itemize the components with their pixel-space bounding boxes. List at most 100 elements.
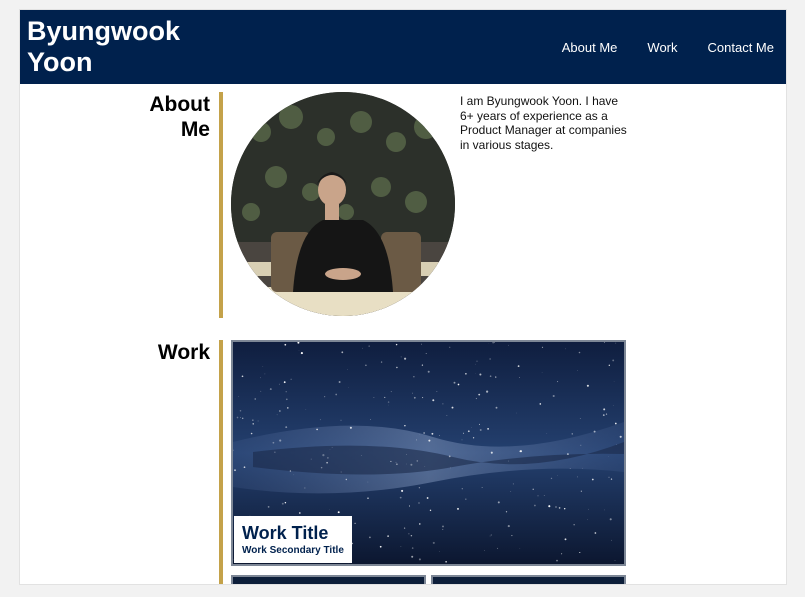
- star: [442, 403, 444, 405]
- star: [456, 507, 460, 510]
- star: [461, 488, 463, 490]
- star: [564, 538, 567, 541]
- star: [411, 555, 414, 558]
- star: [360, 455, 362, 456]
- star: [512, 483, 514, 485]
- star: [495, 376, 497, 378]
- star: [421, 343, 422, 345]
- star: [612, 359, 615, 362]
- star: [461, 439, 463, 441]
- star: [387, 401, 390, 403]
- star: [252, 419, 254, 421]
- star: [401, 489, 404, 492]
- star: [369, 536, 371, 539]
- star: [563, 507, 566, 510]
- star: [423, 432, 425, 434]
- star: [331, 447, 333, 448]
- star: [517, 365, 520, 367]
- star: [495, 406, 498, 409]
- star: [481, 487, 483, 488]
- star: [341, 351, 344, 354]
- star: [427, 370, 430, 373]
- star: [541, 346, 544, 349]
- main-nav: About Me Work Contact Me: [562, 40, 774, 55]
- star: [272, 441, 275, 444]
- work-card-thumbnail[interactable]: [431, 575, 626, 584]
- star: [478, 393, 481, 396]
- star: [591, 478, 594, 481]
- star: [571, 433, 573, 435]
- star: [403, 527, 406, 529]
- nav-link-work[interactable]: Work: [647, 40, 677, 55]
- star: [428, 439, 431, 442]
- star: [254, 398, 256, 400]
- site-title[interactable]: Byungwook Yoon: [27, 16, 197, 78]
- star: [446, 414, 448, 416]
- star: [413, 396, 416, 399]
- star: [566, 453, 569, 456]
- star: [479, 429, 482, 431]
- star: [338, 381, 341, 383]
- work-card-subtitle: Work Secondary Title: [242, 545, 344, 556]
- profile-photo-image: [231, 92, 455, 316]
- star: [552, 394, 555, 398]
- star: [550, 477, 553, 480]
- work-card-thumbnail[interactable]: [231, 575, 426, 584]
- star: [234, 469, 236, 472]
- work-card[interactable]: Work Title Work Secondary Title: [231, 340, 626, 566]
- work-heading: Work: [157, 341, 210, 364]
- star: [419, 523, 421, 525]
- star: [532, 488, 534, 490]
- star: [479, 373, 482, 376]
- star: [400, 546, 402, 547]
- star: [511, 535, 513, 537]
- star: [285, 391, 287, 393]
- star: [416, 460, 419, 462]
- star: [543, 495, 545, 496]
- star: [594, 532, 597, 534]
- star: [432, 541, 435, 544]
- star: [475, 397, 477, 400]
- star: [603, 408, 606, 411]
- star: [418, 558, 421, 561]
- star: [279, 439, 282, 442]
- star: [340, 419, 342, 421]
- star: [290, 378, 292, 380]
- star: [337, 511, 340, 514]
- star: [484, 550, 485, 551]
- star: [285, 426, 288, 429]
- star: [412, 392, 413, 394]
- about-heading: About Me: [149, 93, 210, 141]
- star: [310, 458, 312, 460]
- star: [519, 450, 522, 453]
- star: [241, 417, 244, 420]
- star: [573, 524, 575, 526]
- star: [546, 433, 548, 434]
- work-divider: [219, 340, 223, 584]
- star: [396, 463, 398, 465]
- star: [593, 430, 596, 433]
- star: [396, 366, 398, 369]
- star: [569, 467, 571, 469]
- star: [612, 405, 614, 406]
- star: [442, 525, 444, 528]
- star: [556, 559, 558, 562]
- nav-link-about-me[interactable]: About Me: [562, 40, 618, 55]
- star: [611, 539, 612, 541]
- star: [264, 373, 266, 375]
- star: [278, 383, 280, 385]
- star: [415, 439, 418, 441]
- star: [298, 350, 300, 351]
- star: [465, 372, 467, 375]
- star: [436, 391, 438, 392]
- nav-link-contact-me[interactable]: Contact Me: [708, 40, 774, 55]
- work-card-title[interactable]: Work Title: [242, 523, 344, 543]
- star: [319, 419, 321, 421]
- star: [284, 501, 287, 504]
- star: [580, 444, 582, 446]
- star: [451, 406, 454, 409]
- star: [335, 393, 338, 396]
- profile-photo: [231, 92, 455, 316]
- star: [577, 370, 578, 371]
- star: [494, 342, 495, 343]
